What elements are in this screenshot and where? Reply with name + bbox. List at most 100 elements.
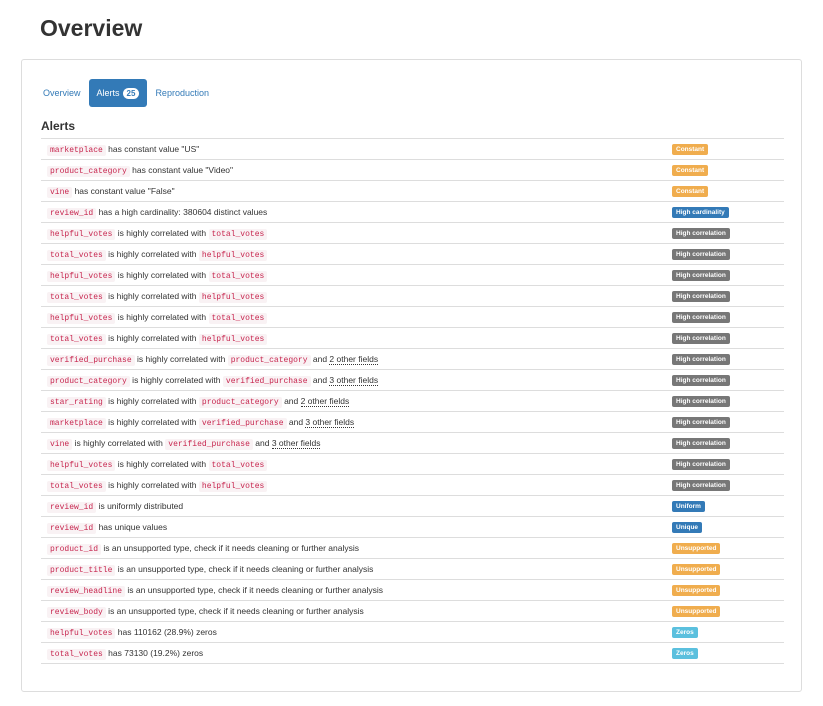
alert-message: product_title is an unsupported type, ch… [47, 559, 373, 581]
alerts-table: marketplace has constant value "US" Const… [41, 138, 784, 664]
alert-text: is highly correlated with [105, 417, 199, 427]
variable-name: product_category [47, 376, 130, 387]
variable-name: total_votes [47, 481, 106, 492]
variable-name: product_title [47, 565, 116, 576]
alert-row: total_votes is highly correlated with he… [41, 328, 784, 349]
tab-overview[interactable]: Overview [35, 79, 89, 107]
alert-text: is highly correlated with [72, 438, 166, 448]
alert-text: has 110162 (28.9%) zeros [115, 627, 217, 637]
unique-badge: Unique [672, 522, 703, 533]
variable-name: review_body [47, 607, 106, 618]
tab-alerts-label: Alerts [96, 88, 120, 98]
variable-name: product_category [198, 397, 282, 408]
alert-message: star_rating is highly correlated with pr… [47, 391, 350, 413]
alert-text: is highly correlated with [115, 459, 209, 469]
alert-message: helpful_votes is highly correlated with … [47, 223, 268, 245]
alert-message: total_votes is highly correlated with he… [47, 286, 268, 308]
alert-text: is highly correlated with [115, 228, 209, 238]
variable-name: helpful_votes [47, 229, 116, 240]
alert-row: total_votes is highly correlated with he… [41, 286, 784, 307]
variable-name: product_category [227, 355, 311, 366]
other-fields-link[interactable]: 3 other fields [271, 438, 321, 449]
alert-row: product_id is an unsupported type, check… [41, 538, 784, 559]
variable-name: star_rating [47, 397, 106, 408]
alert-row: helpful_votes has 110162 (28.9%) zeros Ze… [41, 622, 784, 643]
high-correlation-badge: High correlation [672, 417, 730, 428]
alert-row: product_category has constant value "Vid… [41, 160, 784, 181]
alert-row: verified_purchase is highly correlated w… [41, 349, 784, 370]
alert-message: helpful_votes has 110162 (28.9%) zeros [47, 622, 217, 644]
variable-name: total_votes [47, 649, 106, 660]
variable-name: verified_purchase [47, 355, 135, 366]
alert-text: is highly correlated with [105, 333, 199, 343]
variable-name: total_votes [47, 292, 106, 303]
unsupported-badge: Unsupported [672, 585, 721, 596]
variable-name: vine [47, 439, 73, 450]
tab-reproduction[interactable]: Reproduction [147, 79, 217, 107]
other-fields-link[interactable]: 3 other fields [329, 375, 379, 386]
constant-badge: Constant [672, 144, 709, 155]
high-correlation-badge: High correlation [672, 228, 730, 239]
tab-alerts[interactable]: Alerts 25 [88, 79, 148, 107]
high-correlation-badge: High correlation [672, 354, 730, 365]
alert-message: verified_purchase is highly correlated w… [47, 349, 379, 371]
alert-text: is highly correlated with [129, 375, 223, 385]
alert-text: is highly correlated with [105, 291, 199, 301]
high-correlation-badge: High correlation [672, 270, 730, 281]
variable-name: review_id [47, 523, 97, 534]
variable-name: total_votes [208, 271, 268, 282]
alert-message: total_votes is highly correlated with he… [47, 475, 268, 497]
alerts-section-title: Alerts [41, 119, 76, 133]
alert-message: helpful_votes is highly correlated with … [47, 307, 268, 329]
alert-text: has constant value "Video" [129, 165, 234, 175]
variable-name: review_headline [47, 586, 126, 597]
alert-text: is an unsupported type, check if it need… [105, 606, 364, 616]
alert-message: review_id has unique values [47, 517, 167, 539]
alert-text: and [281, 396, 301, 406]
alert-row: helpful_votes is highly correlated with … [41, 223, 784, 244]
alert-text: has constant value "False" [72, 186, 175, 196]
high-correlation-badge: High correlation [672, 291, 730, 302]
unsupported-badge: Unsupported [672, 564, 721, 575]
alert-text: is an unsupported type, check if it need… [115, 564, 374, 574]
alert-row: review_headline is an unsupported type, … [41, 580, 784, 601]
uniform-badge: Uniform [672, 501, 705, 512]
alert-message: total_votes is highly correlated with he… [47, 244, 268, 266]
unsupported-badge: Unsupported [672, 606, 721, 617]
variable-name: total_votes [47, 334, 106, 345]
alert-row: total_votes has 73130 (19.2%) zeros Zeros [41, 643, 784, 664]
high-correlation-badge: High correlation [672, 312, 730, 323]
other-fields-link[interactable]: 2 other fields [300, 396, 350, 407]
alert-row: review_body is an unsupported type, chec… [41, 601, 784, 622]
tab-reproduction-label: Reproduction [155, 88, 209, 98]
alert-message: helpful_votes is highly correlated with … [47, 265, 268, 287]
variable-name: helpful_votes [198, 292, 268, 303]
alert-message: review_id is uniformly distributed [47, 496, 183, 518]
alert-row: total_votes is highly correlated with he… [41, 244, 784, 265]
high-correlation-badge: High correlation [672, 375, 730, 386]
alert-message: helpful_votes is highly correlated with … [47, 454, 268, 476]
alert-row: total_votes is highly correlated with he… [41, 475, 784, 496]
variable-name: verified_purchase [165, 439, 253, 450]
alert-text: is uniformly distributed [96, 501, 184, 511]
alert-row: vine has constant value "False" Constant [41, 181, 784, 202]
other-fields-link[interactable]: 2 other fields [329, 354, 379, 365]
high-correlation-badge: High correlation [672, 480, 730, 491]
high-correlation-badge: High correlation [672, 396, 730, 407]
alert-message: marketplace is highly correlated with ve… [47, 412, 355, 434]
other-fields-link[interactable]: 3 other fields [305, 417, 355, 428]
constant-badge: Constant [672, 186, 709, 197]
high-cardinality-badge: High cardinality [672, 207, 729, 218]
alerts-count-badge: 25 [122, 88, 140, 100]
alert-text: is highly correlated with [115, 312, 209, 322]
tab-overview-label: Overview [43, 88, 81, 98]
alert-text: and [310, 375, 330, 385]
variable-name: helpful_votes [198, 481, 268, 492]
alert-row: helpful_votes is highly correlated with … [41, 307, 784, 328]
alert-text: has unique values [96, 522, 168, 532]
constant-badge: Constant [672, 165, 709, 176]
overview-panel: Overview Alerts 25 Reproduction Alerts ma… [21, 59, 802, 692]
alert-text: and [310, 354, 330, 364]
alert-message: vine has constant value "False" [47, 181, 175, 203]
variable-name: product_category [47, 166, 130, 177]
